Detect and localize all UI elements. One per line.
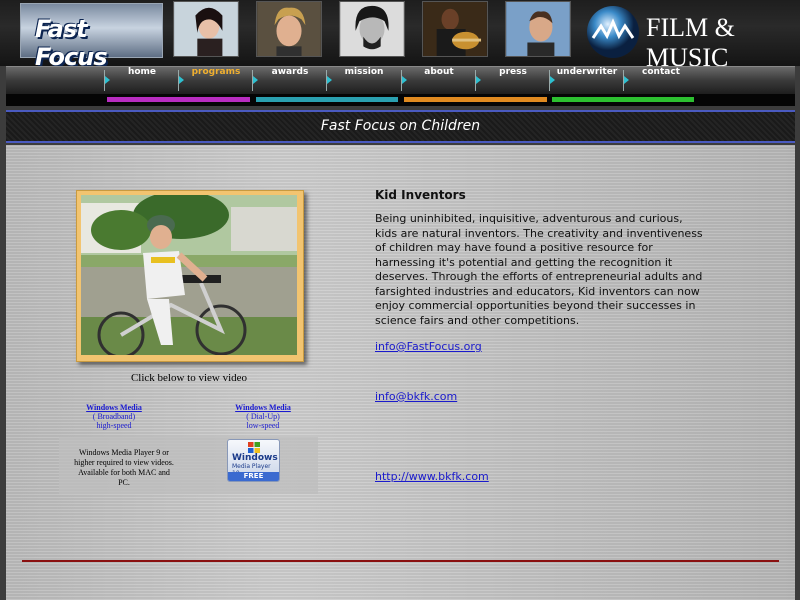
site-header: Fast Focus FILM & MUSIC	[0, 0, 800, 72]
nav-awards[interactable]: awards	[253, 67, 327, 94]
page-title: Fast Focus on Children	[320, 118, 481, 134]
nav-mission[interactable]: mission	[327, 67, 401, 94]
kid-on-bicycle-image	[81, 195, 297, 355]
nav-home[interactable]: home	[105, 67, 179, 94]
broadband-label: ( Broadband)	[92, 412, 136, 421]
page-title-band: Fast Focus on Children	[6, 110, 795, 143]
header-photo-singer	[505, 1, 571, 57]
nav-contact[interactable]: contact	[624, 67, 698, 94]
footer-divider	[22, 560, 779, 562]
header-photo-man-blond	[256, 1, 322, 57]
windows-media-broadband-link[interactable]: Windows Media	[54, 403, 174, 412]
main-nav: home programs awards mission about press…	[6, 66, 795, 94]
header-photo-guitarist	[422, 1, 488, 57]
broadband-option: Windows Media ( Broadband) high-speed	[54, 403, 174, 430]
windows-media-player-download-badge[interactable]: Windows Media Player 10 FREE	[227, 439, 280, 482]
accent-bar-magenta	[107, 97, 250, 102]
accent-bar-orange	[404, 97, 547, 102]
player-requirement-text: Windows Media Player 9 or higher require…	[74, 448, 174, 487]
windows-flag-icon	[248, 442, 260, 453]
website-bkfk-link[interactable]: http://www.bkfk.com	[375, 470, 489, 483]
header-photo-man-bw	[339, 1, 405, 57]
dialup-option: Windows Media ( Dial-Up) low-speed	[203, 403, 323, 430]
article-body: Being uninhibited, inquisitive, adventur…	[375, 212, 703, 327]
video-thumbnail[interactable]	[76, 190, 304, 362]
header-photo-woman	[173, 1, 239, 57]
film-music-globe-icon	[587, 6, 639, 58]
badge-free-text: FREE	[228, 472, 279, 481]
nav-programs[interactable]: programs	[179, 67, 253, 94]
windows-media-dialup-link[interactable]: Windows Media	[203, 403, 323, 412]
badge-windows-text: Windows	[232, 453, 278, 463]
video-caption: Click below to view video	[130, 372, 248, 384]
fast-focus-logo[interactable]: Fast Focus	[20, 3, 163, 71]
nav-underwriter[interactable]: underwriter	[550, 67, 624, 94]
dialup-label: ( Dial-Up)	[246, 412, 280, 421]
broadband-speed: high-speed	[96, 421, 132, 430]
nav-press[interactable]: press	[476, 67, 550, 94]
email-fastfocus-link[interactable]: info@FastFocus.org	[375, 340, 482, 353]
logo-text: Fast Focus	[35, 15, 108, 71]
main-content: Click below to view video Windows Media …	[6, 145, 795, 600]
color-accent-bars	[6, 94, 795, 106]
dialup-speed: low-speed	[246, 421, 280, 430]
accent-bar-green	[552, 97, 694, 102]
nav-about[interactable]: about	[402, 67, 476, 94]
accent-bar-teal	[256, 97, 398, 102]
email-bkfk-link[interactable]: info@bkfk.com	[375, 390, 457, 403]
article-title: Kid Inventors	[375, 188, 466, 202]
film-music-brand: FILM & MUSIC	[646, 13, 735, 72]
